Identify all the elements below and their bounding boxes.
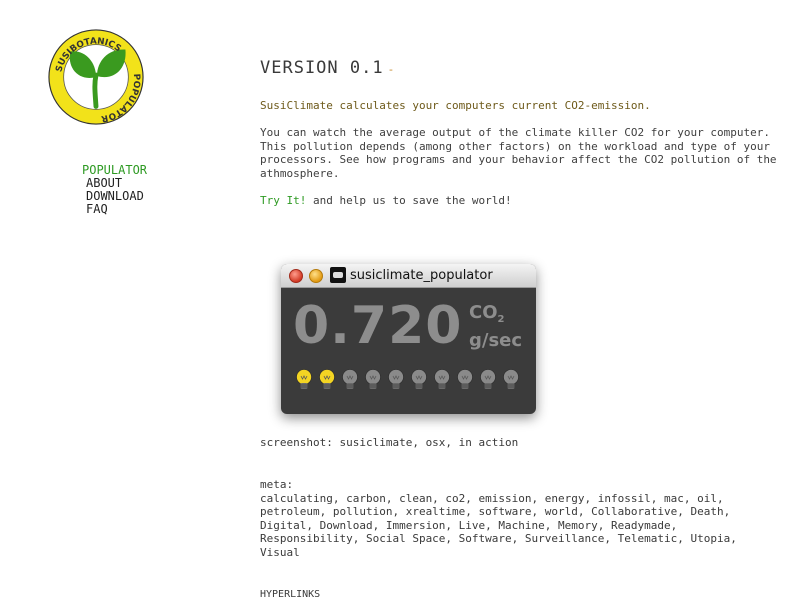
version-title: VERSION 0.1 (260, 58, 384, 78)
bulb-unlit-icon (457, 369, 473, 389)
co2-value: 0.720 (293, 296, 463, 356)
susibotanics-logo[interactable]: SUSIBOTANICS POPULATOR (47, 28, 145, 126)
minimize-icon[interactable] (309, 269, 323, 283)
bulb-unlit-icon (503, 369, 519, 389)
meta-section: meta: calculating, carbon, clean, co2, e… (260, 478, 780, 559)
main-content: VERSION 0.1- SusiClimate calculates your… (260, 58, 780, 222)
close-icon[interactable] (289, 269, 303, 283)
unit-rate: g/sec (469, 330, 523, 351)
co2-unit: CO2 g/sec (469, 302, 522, 351)
screenshot-caption: screenshot: susiclimate, osx, in action (260, 436, 519, 449)
try-it-link[interactable]: Try It! (260, 194, 306, 207)
bulb-meter (295, 368, 520, 392)
bulb-unlit-icon (342, 369, 358, 389)
hyperlinks-heading: HYPERLINKS (260, 589, 321, 600)
version-heading: VERSION 0.1- (260, 60, 780, 77)
lead-text: SusiClimate calculates your computers cu… (260, 98, 651, 112)
try-it-line: Try It! and help us to save the world! (260, 194, 780, 208)
app-window-screenshot: susiclimate_populator 0.720 CO2 g/sec (281, 264, 536, 414)
unit-co: CO (469, 302, 498, 323)
window-title: susiclimate_populator (350, 268, 493, 283)
bulb-lit-icon (319, 369, 335, 389)
nav-faq[interactable]: FAQ (82, 203, 147, 216)
description-text: You can watch the average output of the … (260, 126, 777, 180)
unit-sub: 2 (497, 314, 505, 325)
version-dash: - (387, 63, 396, 76)
bulb-unlit-icon (434, 369, 450, 389)
window-titlebar[interactable]: susiclimate_populator (281, 264, 536, 288)
meta-keywords: calculating, carbon, clean, co2, emissio… (260, 491, 737, 559)
bulb-unlit-icon (365, 369, 381, 389)
try-it-rest: and help us to save the world! (306, 194, 512, 207)
main-nav: POPULATOR ABOUT DOWNLOAD FAQ (82, 164, 147, 216)
app-icon (330, 267, 346, 283)
bulb-unlit-icon (388, 369, 404, 389)
bulb-unlit-icon (411, 369, 427, 389)
meta-label: meta: (260, 478, 294, 491)
bulb-lit-icon (296, 369, 312, 389)
bulb-unlit-icon (480, 369, 496, 389)
